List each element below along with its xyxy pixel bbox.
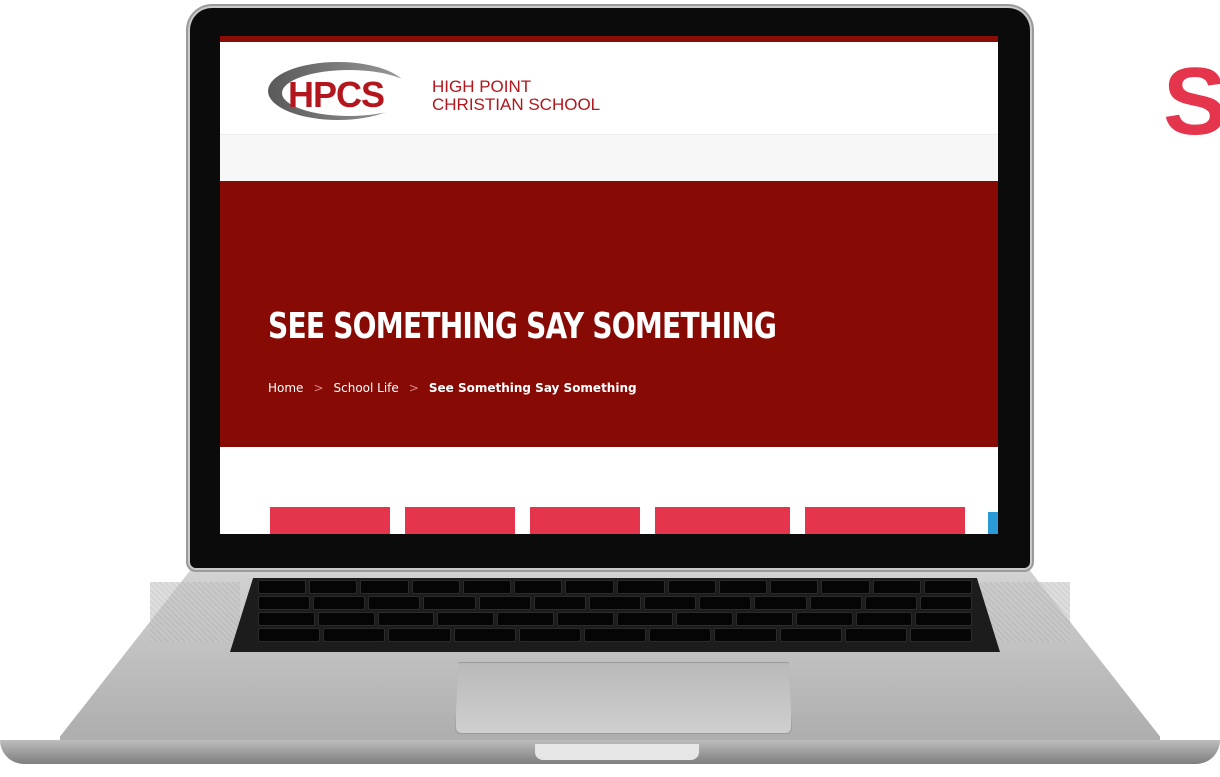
breadcrumb: Home > School Life > See Something Say S… bbox=[268, 381, 637, 395]
breadcrumb-home-link[interactable]: Home bbox=[268, 381, 303, 395]
site-header: HPCS HIGH POINT CHRISTIAN SCHOOL bbox=[220, 42, 998, 135]
page-title: SEE SOMETHING SAY SOMETHING bbox=[268, 306, 777, 347]
keyboard-row bbox=[230, 628, 1000, 642]
school-name-line1: HIGH POINT bbox=[432, 77, 532, 96]
keyboard-row bbox=[230, 612, 1000, 626]
laptop-lid: HPCS HIGH POINT CHRISTIAN SCHOOL SEE SOM… bbox=[190, 8, 1030, 568]
background-speak-letter: S bbox=[1163, 62, 1220, 142]
speak-letter-shape bbox=[655, 507, 790, 534]
school-name[interactable]: HIGH POINT CHRISTIAN SCHOOL bbox=[432, 78, 600, 114]
breadcrumb-current: See Something Say Something bbox=[428, 381, 637, 395]
navigation-bar bbox=[220, 135, 998, 181]
keyboard-row bbox=[230, 580, 1000, 594]
school-logo[interactable]: HPCS bbox=[268, 56, 418, 126]
school-name-line2: CHRISTIAN SCHOOL bbox=[432, 95, 601, 114]
page-hero: SEE SOMETHING SAY SOMETHING Home > Schoo… bbox=[220, 181, 998, 447]
trackpad bbox=[455, 662, 792, 734]
chevron-right-icon: > bbox=[408, 381, 419, 395]
logo-text: HPCS bbox=[288, 74, 385, 115]
laptop-notch bbox=[535, 744, 699, 760]
speak-letter-shape bbox=[270, 507, 390, 534]
speak-letter-shape bbox=[805, 507, 965, 534]
speak-letter-shape bbox=[405, 507, 515, 534]
keyboard-row bbox=[230, 596, 1000, 610]
speak-banner-graphic bbox=[220, 447, 998, 534]
speak-letter-shape bbox=[530, 507, 640, 534]
chevron-right-icon: > bbox=[313, 381, 324, 395]
left-speaker-grille bbox=[150, 582, 240, 642]
laptop-keyboard bbox=[230, 578, 1000, 652]
breadcrumb-school-life-link[interactable]: School Life bbox=[334, 381, 399, 395]
browser-viewport: HPCS HIGH POINT CHRISTIAN SCHOOL SEE SOM… bbox=[220, 36, 998, 534]
blue-accent-edge bbox=[988, 512, 998, 534]
